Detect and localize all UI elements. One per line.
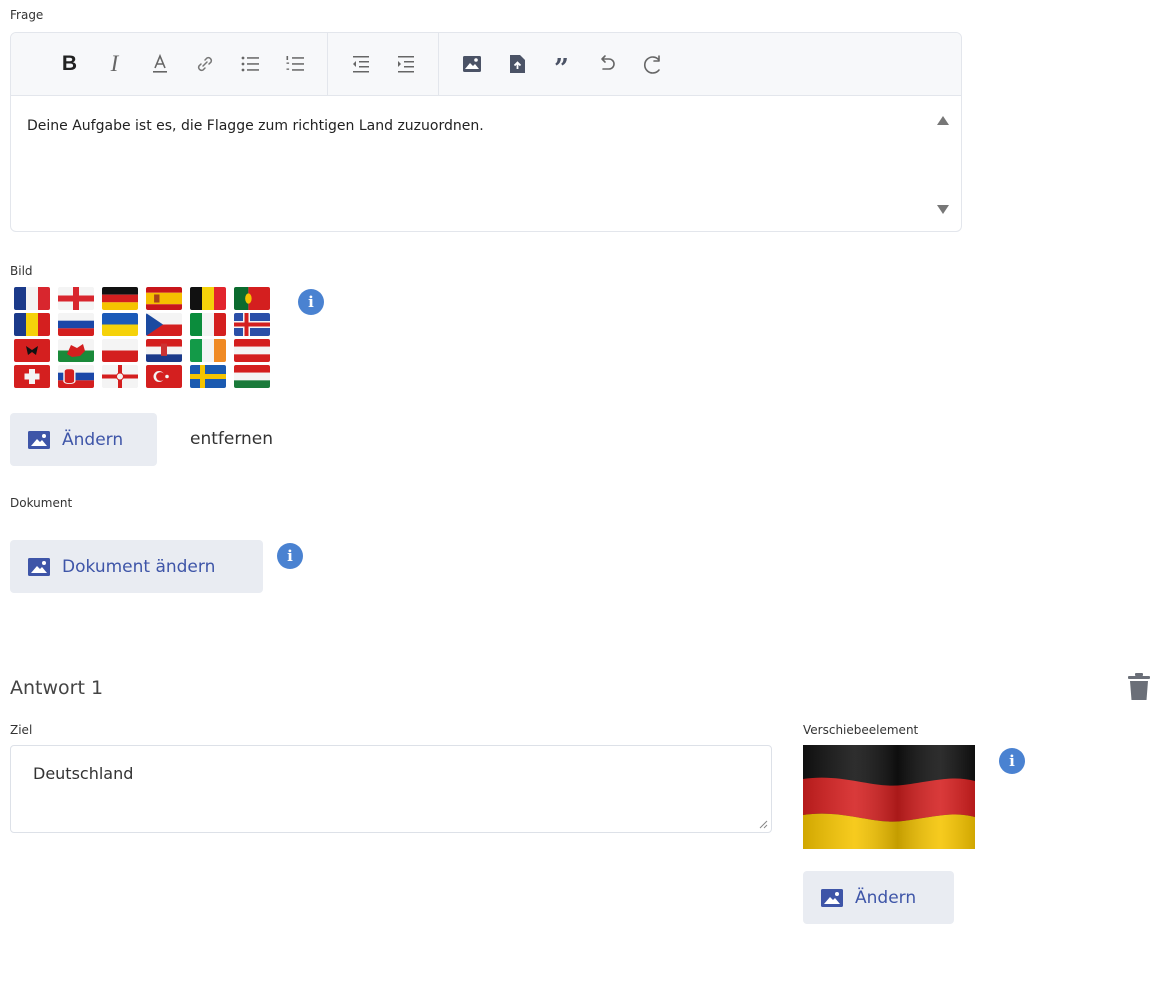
flag-switzerland xyxy=(14,365,50,388)
image-info-icon[interactable]: i xyxy=(298,289,324,315)
image-label: Bild xyxy=(10,264,33,278)
flag-italy xyxy=(190,313,226,336)
question-label: Frage xyxy=(10,8,44,22)
resize-grip-icon[interactable] xyxy=(758,819,768,829)
flag-ireland xyxy=(190,339,226,362)
flag-croatia xyxy=(146,339,182,362)
trash-icon[interactable] xyxy=(1127,673,1151,701)
image-icon xyxy=(821,888,843,907)
target-label: Ziel xyxy=(10,723,33,737)
image-icon xyxy=(28,557,50,576)
link-icon[interactable] xyxy=(186,44,223,84)
flag-portugal xyxy=(234,287,270,310)
italic-icon[interactable]: I xyxy=(96,44,133,84)
quote-icon[interactable]: ” xyxy=(543,44,580,84)
flag-russia xyxy=(58,313,94,336)
outdent-icon[interactable] xyxy=(342,44,379,84)
flag-czech xyxy=(146,313,182,336)
draggable-label: Verschiebeelement xyxy=(803,723,919,737)
font-color-icon[interactable] xyxy=(141,44,178,84)
flag-wales xyxy=(58,339,94,362)
draggable-info-icon[interactable]: i xyxy=(999,748,1025,774)
flag-ukraine xyxy=(102,313,138,336)
draggable-change-button[interactable]: Ändern xyxy=(803,871,954,924)
german-flag-image xyxy=(803,745,975,849)
draggable-change-label: Ändern xyxy=(855,887,917,908)
flag-austria xyxy=(234,339,270,362)
bullet-list-icon[interactable] xyxy=(231,44,268,84)
document-label: Dokument xyxy=(10,496,73,510)
flag-hungary xyxy=(234,365,270,388)
image-icon xyxy=(28,430,50,449)
redo-icon[interactable] xyxy=(633,44,670,84)
flag-romania xyxy=(14,313,50,336)
target-textarea[interactable]: Deutschland xyxy=(10,745,772,833)
scroll-up-arrow[interactable] xyxy=(937,116,949,125)
flag-sweden xyxy=(190,365,226,388)
rich-text-editor[interactable]: B I ” Deine Aufgabe ist es, die Flagge z… xyxy=(10,32,962,232)
flags-image xyxy=(14,287,270,391)
scroll-down-arrow[interactable] xyxy=(937,205,949,214)
flag-spain xyxy=(146,287,182,310)
editor-content[interactable]: Deine Aufgabe ist es, die Flagge zum ric… xyxy=(11,96,961,231)
image-change-label: Ändern xyxy=(62,429,124,450)
image-remove-link[interactable]: entfernen xyxy=(190,429,273,449)
image-change-button[interactable]: Ändern xyxy=(10,413,157,466)
flag-slovakia xyxy=(58,365,94,388)
flag-albania xyxy=(14,339,50,362)
undo-icon[interactable] xyxy=(588,44,625,84)
flag-england xyxy=(58,287,94,310)
flag-poland xyxy=(102,339,138,362)
flag-turkey xyxy=(146,365,182,388)
document-change-label: Dokument ändern xyxy=(62,556,216,577)
question-text: Deine Aufgabe ist es, die Flagge zum ric… xyxy=(27,118,484,134)
flag-germany xyxy=(102,287,138,310)
numbered-list-icon[interactable] xyxy=(276,44,313,84)
target-value: Deutschland xyxy=(33,764,134,783)
document-info-icon[interactable]: i xyxy=(277,543,303,569)
flag-iceland xyxy=(234,313,270,336)
editor-toolbar: B I ” xyxy=(11,33,961,96)
document-change-button[interactable]: Dokument ändern xyxy=(10,540,263,593)
flag-northern-ireland xyxy=(102,365,138,388)
bold-icon[interactable]: B xyxy=(51,44,88,84)
flag-france xyxy=(14,287,50,310)
flag-belgium xyxy=(190,287,226,310)
answer-title: Antwort 1 xyxy=(10,677,104,699)
image-icon[interactable] xyxy=(453,44,490,84)
file-upload-icon[interactable] xyxy=(498,44,535,84)
indent-icon[interactable] xyxy=(387,44,424,84)
